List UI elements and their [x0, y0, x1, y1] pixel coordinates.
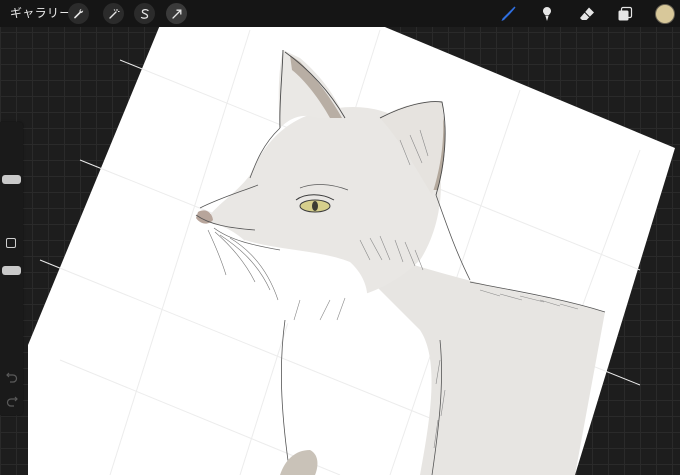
top-toolbar: ギャラリー: [0, 0, 680, 27]
left-sidebar: [0, 122, 23, 415]
smudge-icon: [542, 6, 551, 21]
opacity-slider[interactable]: [0, 260, 23, 360]
procreate-app: ギャラリー: [0, 0, 680, 475]
modify-button[interactable]: [6, 238, 16, 248]
adjustments-button[interactable]: [103, 3, 124, 24]
gallery-button[interactable]: ギャラリー: [10, 5, 72, 21]
actions-button[interactable]: [68, 3, 89, 24]
undo-icon[interactable]: [6, 372, 18, 384]
drawing-canvas[interactable]: [0, 0, 680, 475]
brush-tool-button[interactable]: [497, 3, 518, 24]
eraser-tool-button[interactable]: [576, 3, 597, 24]
selection-button[interactable]: [134, 3, 155, 24]
brush-icon: [501, 6, 515, 21]
redo-icon[interactable]: [6, 396, 18, 408]
wrench-icon: [74, 8, 84, 19]
layers-button[interactable]: [614, 3, 635, 24]
transform-button[interactable]: [166, 3, 187, 24]
opacity-thumb[interactable]: [2, 266, 21, 275]
layers-icon: [618, 6, 632, 20]
eraser-icon: [579, 7, 594, 20]
color-picker-button[interactable]: [655, 4, 675, 24]
smudge-tool-button[interactable]: [536, 3, 557, 24]
selection-icon: [140, 8, 149, 19]
brush-size-slider[interactable]: [0, 128, 23, 222]
transform-arrow-icon: [171, 9, 181, 19]
magic-wand-icon: [108, 8, 119, 19]
brush-size-thumb[interactable]: [2, 175, 21, 184]
